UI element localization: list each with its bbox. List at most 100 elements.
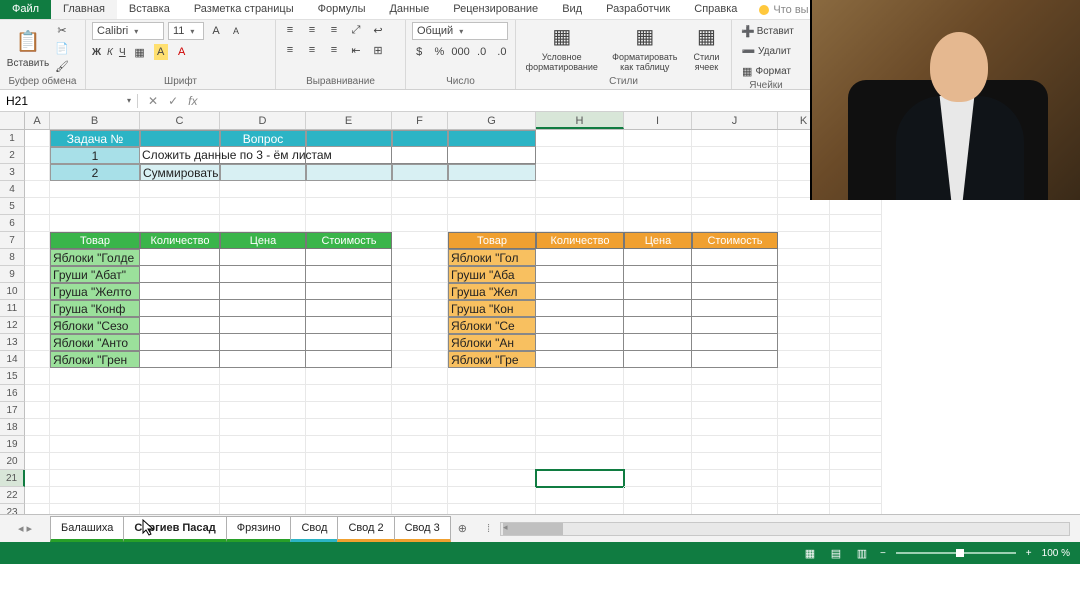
cell[interactable] bbox=[220, 283, 306, 300]
cell[interactable] bbox=[536, 147, 624, 164]
cell[interactable] bbox=[140, 334, 220, 351]
cell[interactable] bbox=[624, 436, 692, 453]
row-header[interactable]: 14 bbox=[0, 351, 25, 368]
cell[interactable] bbox=[306, 385, 392, 402]
cell[interactable] bbox=[50, 487, 140, 504]
cell[interactable]: Стоимость bbox=[692, 232, 778, 249]
cell[interactable] bbox=[536, 351, 624, 368]
cell[interactable] bbox=[392, 215, 448, 232]
tab-home[interactable]: Главная bbox=[51, 0, 117, 19]
cell[interactable] bbox=[140, 317, 220, 334]
cell[interactable] bbox=[448, 164, 536, 181]
cell[interactable]: 1 bbox=[50, 147, 140, 164]
cell[interactable] bbox=[536, 453, 624, 470]
cell[interactable] bbox=[778, 351, 830, 368]
cell[interactable] bbox=[624, 181, 692, 198]
cell[interactable] bbox=[392, 164, 448, 181]
cell[interactable] bbox=[140, 215, 220, 232]
cell[interactable] bbox=[536, 436, 624, 453]
cell[interactable] bbox=[25, 181, 50, 198]
cell[interactable] bbox=[536, 419, 624, 436]
cell[interactable]: Количество bbox=[536, 232, 624, 249]
copy-icon[interactable]: 📄 bbox=[54, 40, 70, 56]
cell[interactable]: Груши "Аба bbox=[448, 266, 536, 283]
cell[interactable] bbox=[25, 470, 50, 487]
cell[interactable] bbox=[536, 130, 624, 147]
cell[interactable] bbox=[392, 317, 448, 334]
cell[interactable] bbox=[624, 300, 692, 317]
tab-data[interactable]: Данные bbox=[377, 0, 441, 19]
format-cells-button[interactable]: ▦Формат bbox=[738, 62, 794, 80]
cell[interactable] bbox=[220, 181, 306, 198]
cell[interactable]: Товар bbox=[50, 232, 140, 249]
row-header[interactable]: 22 bbox=[0, 487, 25, 504]
cell[interactable] bbox=[220, 419, 306, 436]
cell[interactable] bbox=[448, 368, 536, 385]
cell[interactable] bbox=[624, 385, 692, 402]
align-left-icon[interactable]: ≡ bbox=[282, 42, 298, 58]
cell[interactable] bbox=[25, 130, 50, 147]
cell[interactable] bbox=[140, 181, 220, 198]
cell[interactable] bbox=[830, 300, 882, 317]
cell[interactable] bbox=[25, 385, 50, 402]
cell[interactable] bbox=[624, 317, 692, 334]
cell[interactable] bbox=[306, 130, 392, 147]
cell[interactable] bbox=[778, 334, 830, 351]
cell[interactable] bbox=[220, 334, 306, 351]
cell[interactable] bbox=[392, 232, 448, 249]
cell[interactable] bbox=[448, 436, 536, 453]
cell[interactable] bbox=[306, 487, 392, 504]
row-header[interactable]: 12 bbox=[0, 317, 25, 334]
cell[interactable] bbox=[830, 436, 882, 453]
col-h-G[interactable]: G bbox=[448, 112, 536, 129]
cell[interactable] bbox=[536, 487, 624, 504]
font-family-combo[interactable]: Calibri▾ bbox=[92, 22, 164, 40]
cell[interactable] bbox=[536, 368, 624, 385]
increase-font-icon[interactable]: A bbox=[208, 23, 224, 39]
cell[interactable] bbox=[536, 385, 624, 402]
cell[interactable] bbox=[306, 300, 392, 317]
cell[interactable] bbox=[692, 198, 778, 215]
row-header[interactable]: 7 bbox=[0, 232, 25, 249]
cell[interactable] bbox=[306, 266, 392, 283]
cell[interactable] bbox=[448, 402, 536, 419]
cell[interactable] bbox=[50, 368, 140, 385]
cell[interactable] bbox=[25, 317, 50, 334]
cell[interactable] bbox=[50, 470, 140, 487]
cell[interactable]: Яблоки "Голде bbox=[50, 249, 140, 266]
cell[interactable] bbox=[624, 470, 692, 487]
cell[interactable]: 2 bbox=[50, 164, 140, 181]
cell[interactable] bbox=[220, 215, 306, 232]
cell[interactable] bbox=[536, 317, 624, 334]
cell[interactable] bbox=[778, 436, 830, 453]
row-header[interactable]: 13 bbox=[0, 334, 25, 351]
decrease-indent-icon[interactable]: ⇤ bbox=[348, 42, 364, 58]
sheet-tab-1[interactable]: Сергиев Пасад bbox=[123, 516, 226, 542]
dec-decimal-icon[interactable]: .0 bbox=[495, 44, 509, 60]
cell[interactable] bbox=[624, 130, 692, 147]
cell[interactable] bbox=[448, 385, 536, 402]
cell[interactable] bbox=[392, 436, 448, 453]
cell[interactable] bbox=[306, 181, 392, 198]
cell[interactable] bbox=[624, 487, 692, 504]
cell[interactable]: Яблоки "Грен bbox=[50, 351, 140, 368]
cell[interactable] bbox=[536, 181, 624, 198]
cell[interactable] bbox=[692, 436, 778, 453]
cell[interactable]: Груша "Кон bbox=[448, 300, 536, 317]
cell[interactable] bbox=[692, 283, 778, 300]
cell[interactable]: Вопрос bbox=[220, 130, 306, 147]
format-painter-icon[interactable]: 🖌 bbox=[54, 58, 70, 74]
cell[interactable] bbox=[220, 300, 306, 317]
cell[interactable] bbox=[25, 215, 50, 232]
cell[interactable] bbox=[692, 385, 778, 402]
cell[interactable] bbox=[692, 215, 778, 232]
sheet-tab-4[interactable]: Свод 2 bbox=[337, 516, 394, 542]
cell[interactable] bbox=[220, 385, 306, 402]
cell[interactable] bbox=[392, 147, 448, 164]
cell[interactable] bbox=[306, 351, 392, 368]
cell[interactable] bbox=[536, 470, 624, 487]
row-header[interactable]: 5 bbox=[0, 198, 25, 215]
row-header[interactable]: 10 bbox=[0, 283, 25, 300]
cell[interactable] bbox=[392, 266, 448, 283]
tab-view[interactable]: Вид bbox=[550, 0, 594, 19]
